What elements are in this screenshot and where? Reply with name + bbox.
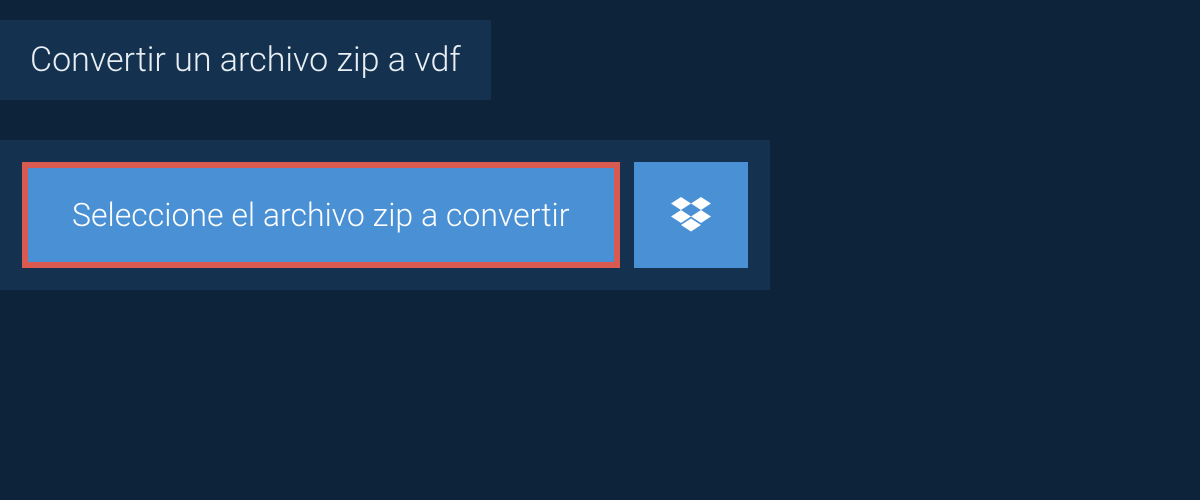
header-tab: Convertir un archivo zip a vdf [0,20,491,100]
select-file-button[interactable]: Seleccione el archivo zip a convertir [22,162,620,268]
dropbox-icon [671,197,711,233]
select-file-label: Seleccione el archivo zip a convertir [72,196,570,234]
button-panel: Seleccione el archivo zip a convertir [0,140,770,290]
dropbox-button[interactable] [634,162,748,268]
page-title: Convertir un archivo zip a vdf [30,40,461,80]
